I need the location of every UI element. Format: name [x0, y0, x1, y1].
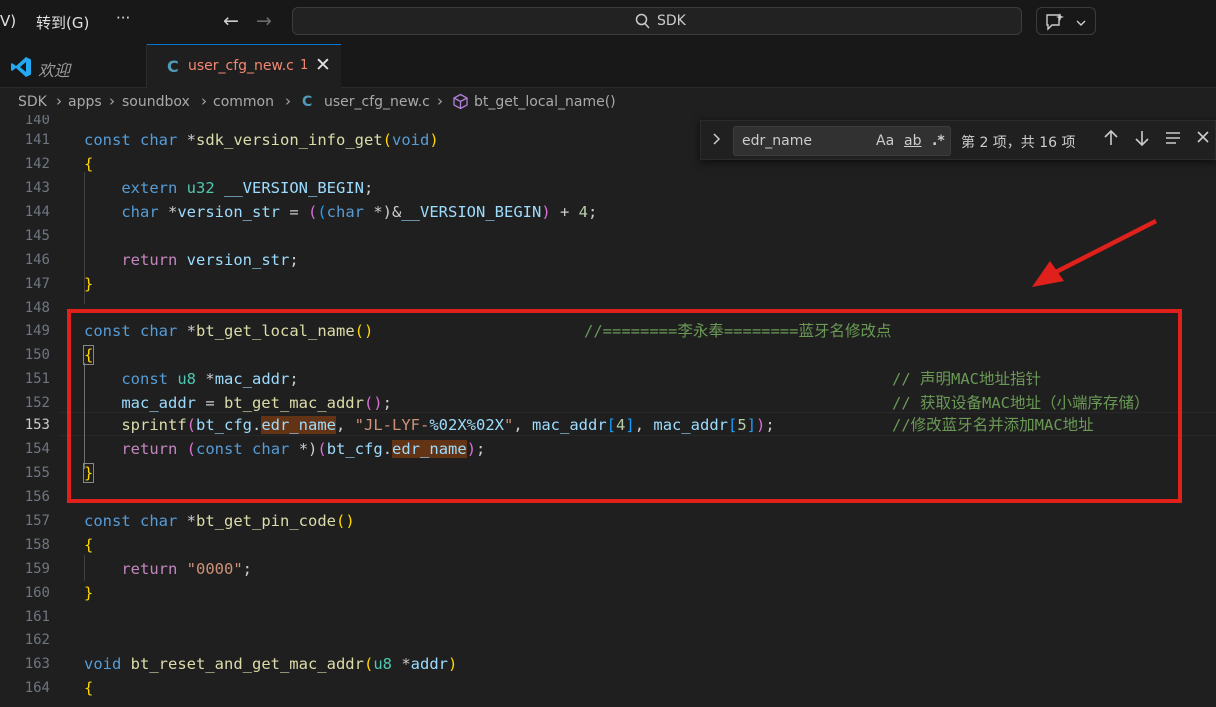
- line-number: 164: [24, 680, 50, 696]
- breadcrumb-file[interactable]: user_cfg_new.c: [324, 94, 430, 110]
- breadcrumb-apps[interactable]: apps: [68, 94, 102, 110]
- line-number: 143: [24, 180, 50, 196]
- chevron-right-icon: ›: [285, 92, 291, 110]
- copilot-button[interactable]: [1036, 7, 1096, 35]
- line-number: 155: [24, 465, 50, 481]
- find-in-selection-icon[interactable]: [1164, 129, 1182, 152]
- match-case-icon[interactable]: Aa: [876, 133, 894, 149]
- search-text: SDK: [657, 13, 686, 29]
- title-bar: V) 转到(G) ··· ← → SDK: [0, 0, 1216, 44]
- line-number: 163: [24, 656, 50, 672]
- tab-file-label: user_cfg_new.c: [188, 58, 294, 74]
- tab-welcome[interactable]: 欢迎: [0, 44, 147, 88]
- whole-word-icon[interactable]: ab: [904, 133, 921, 149]
- menu-goto[interactable]: 转到(G): [36, 12, 89, 33]
- back-arrow-icon[interactable]: ←: [223, 10, 239, 32]
- chevron-right-icon: ›: [201, 92, 207, 110]
- menu-view-partial[interactable]: V): [0, 12, 16, 30]
- close-find-icon[interactable]: [1195, 129, 1211, 152]
- line-number: 141: [24, 132, 50, 148]
- code-line: 143 extern u32 __VERSION_BEGIN;: [0, 176, 1216, 200]
- command-center-search[interactable]: SDK: [292, 7, 1022, 35]
- code-line: 159 return "0000";: [0, 557, 1216, 581]
- code-line: 162: [0, 628, 1216, 652]
- annotation-arrow-icon: [1032, 218, 1158, 287]
- regex-icon[interactable]: .*: [932, 133, 945, 149]
- c-file-icon: C: [302, 94, 313, 110]
- breadcrumb-soundbox[interactable]: soundbox: [122, 94, 190, 110]
- line-number: 144: [24, 204, 50, 220]
- breadcrumb-function[interactable]: bt_get_local_name(): [474, 94, 616, 110]
- chevron-down-icon[interactable]: [1075, 14, 1087, 33]
- chevron-right-icon: ›: [437, 92, 443, 110]
- function-symbol-icon: [452, 93, 469, 114]
- breadcrumb-sdk[interactable]: SDK: [18, 94, 47, 110]
- find-input[interactable]: edr_name Aa ab .*: [733, 126, 951, 156]
- problem-count-badge: 1: [300, 58, 309, 73]
- line-number: 152: [24, 395, 50, 411]
- chevron-right-icon: ›: [109, 92, 115, 110]
- find-widget: edr_name Aa ab .* 第 2 项，共 16 项: [700, 120, 1216, 160]
- code-line: 160 }: [0, 581, 1216, 605]
- c-file-icon: C: [167, 57, 179, 76]
- breadcrumb-common[interactable]: common: [213, 94, 274, 110]
- line-number: 153: [24, 417, 50, 433]
- more-menu-icon[interactable]: ···: [116, 9, 130, 27]
- chat-sparkle-icon: [1044, 12, 1066, 36]
- line-number: 146: [24, 252, 50, 268]
- code-line: 161: [0, 605, 1216, 629]
- line-number: 158: [24, 537, 50, 553]
- line-number: 160: [24, 585, 50, 601]
- close-tab-icon[interactable]: ✕: [315, 54, 331, 76]
- line-number: 157: [24, 513, 50, 529]
- line-number: 149: [24, 323, 50, 339]
- tab-welcome-label: 欢迎: [38, 61, 71, 80]
- line-number: 159: [24, 561, 50, 577]
- line-number: 145: [24, 228, 50, 244]
- line-number: 154: [24, 441, 50, 457]
- forward-arrow-icon[interactable]: →: [256, 10, 272, 32]
- line-number: 148: [24, 300, 50, 316]
- line-number: 162: [24, 632, 50, 648]
- previous-match-arrow-icon[interactable]: [1103, 129, 1119, 152]
- code-line: 164 {: [0, 676, 1216, 700]
- code-line: 158 {: [0, 533, 1216, 557]
- tab-user-cfg-new[interactable]: C user_cfg_new.c 1 ✕: [147, 44, 341, 88]
- line-number: 150: [24, 347, 50, 363]
- chevron-right-icon: ›: [56, 92, 62, 110]
- line-number: 142: [24, 156, 50, 172]
- line-number: 151: [24, 371, 50, 387]
- editor-tab-bar: 欢迎 C user_cfg_new.c 1 ✕: [0, 44, 1216, 88]
- search-icon: [635, 12, 651, 34]
- next-match-arrow-icon[interactable]: [1134, 129, 1150, 152]
- vscode-logo-icon: [10, 56, 32, 82]
- code-line: 157 const char *bt_get_pin_code(): [0, 509, 1216, 533]
- code-line: 163 void bt_reset_and_get_mac_addr(u8 *a…: [0, 652, 1216, 676]
- line-number: 147: [24, 276, 50, 292]
- breadcrumb: SDK › apps › soundbox › common › C user_…: [0, 89, 1216, 115]
- toggle-replace-chevron-icon[interactable]: [711, 131, 723, 151]
- find-match-count: 第 2 项，共 16 项: [961, 135, 1076, 151]
- line-number: 156: [24, 489, 50, 505]
- find-input-value: edr_name: [742, 133, 812, 149]
- line-number: 161: [24, 609, 50, 625]
- annotation-red-box: [67, 309, 1182, 503]
